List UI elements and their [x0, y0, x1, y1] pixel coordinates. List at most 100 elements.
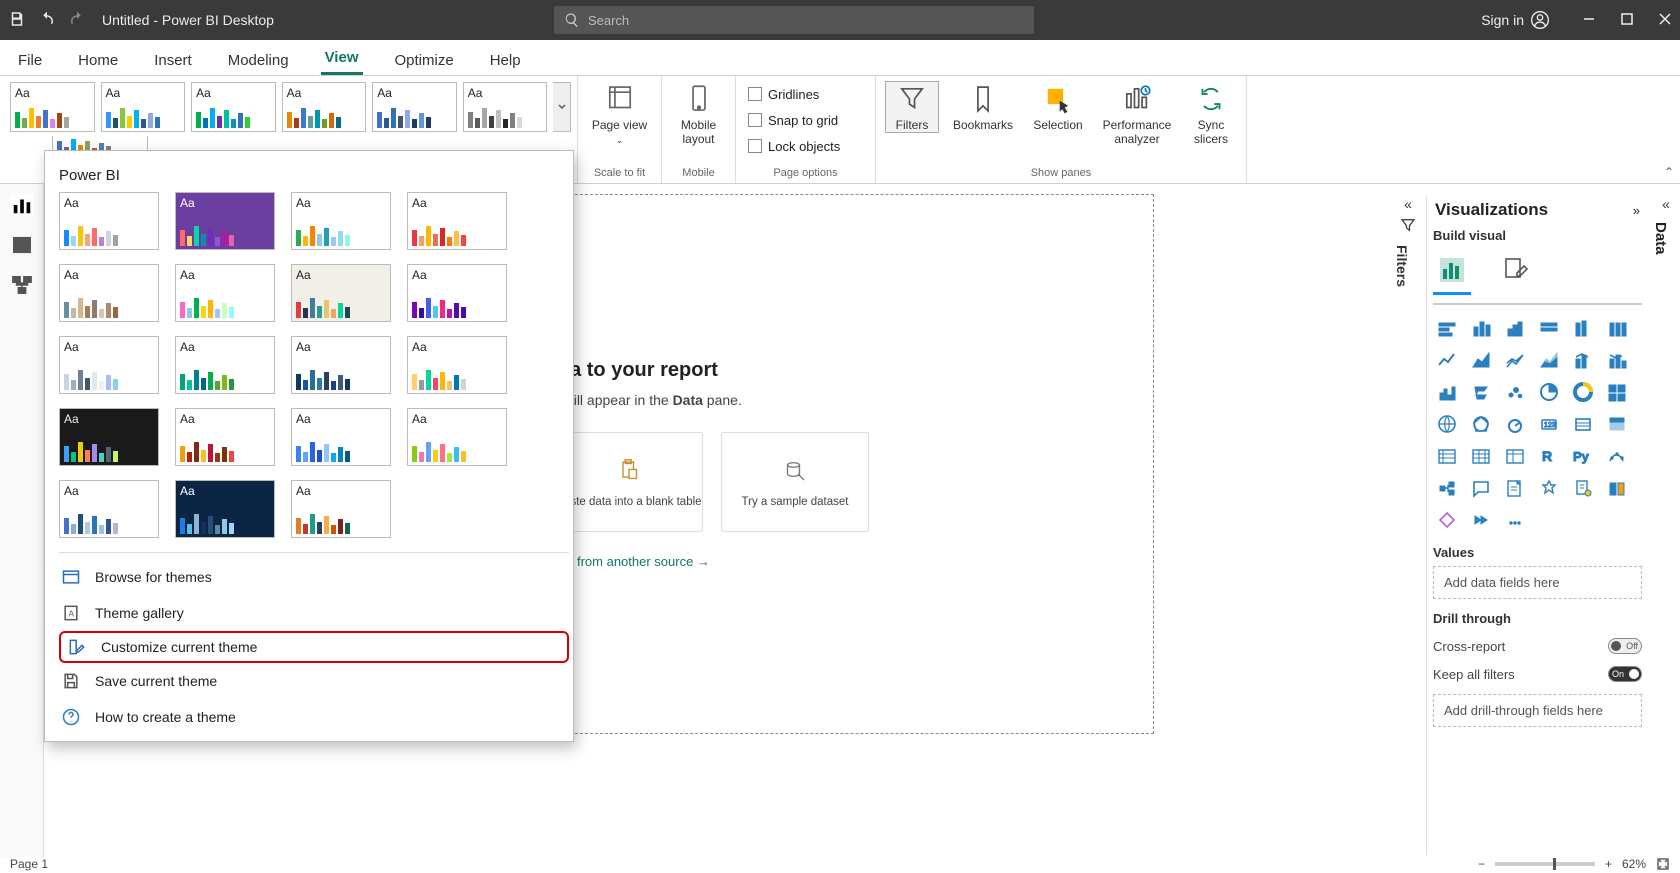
visualization-type-icon[interactable]: [1569, 379, 1597, 405]
theme-swatch[interactable]: Aa: [407, 336, 507, 394]
values-field-well[interactable]: Add data fields here: [1433, 566, 1642, 599]
zoom-slider[interactable]: [1495, 862, 1595, 866]
theme-swatch[interactable]: Aa: [59, 336, 159, 394]
theme-swatch[interactable]: Aa: [175, 480, 275, 538]
theme-swatch[interactable]: Aa: [407, 408, 507, 466]
model-view-icon[interactable]: [11, 274, 33, 296]
theme-swatch[interactable]: Aa: [291, 480, 391, 538]
visualization-type-icon[interactable]: [1433, 443, 1461, 469]
gridlines-checkbox[interactable]: Gridlines: [748, 82, 840, 106]
visualization-type-icon[interactable]: 123: [1535, 411, 1563, 437]
visualization-type-icon[interactable]: [1433, 411, 1461, 437]
theme-swatch[interactable]: Aa: [463, 82, 548, 132]
close-button[interactable]: [1658, 12, 1672, 29]
visualization-type-icon[interactable]: [1569, 411, 1597, 437]
visualization-type-icon[interactable]: [1467, 315, 1495, 341]
visualization-type-icon[interactable]: [1603, 475, 1631, 501]
theme-swatch[interactable]: Aa: [291, 336, 391, 394]
card-sample-dataset[interactable]: Try a sample dataset: [721, 432, 869, 532]
theme-swatch[interactable]: Aa: [59, 192, 159, 250]
theme-swatch[interactable]: Aa: [407, 192, 507, 250]
visualization-type-icon[interactable]: [1535, 379, 1563, 405]
theme-swatch[interactable]: Aa: [10, 82, 95, 132]
data-view-icon[interactable]: [11, 234, 33, 256]
tab-help[interactable]: Help: [486, 46, 525, 75]
visualization-type-icon[interactable]: [1535, 475, 1563, 501]
browse-themes-action[interactable]: Browse for themes: [59, 559, 569, 595]
format-visual-tab-icon[interactable]: [1497, 251, 1535, 295]
visualization-type-icon[interactable]: [1467, 411, 1495, 437]
theme-swatch[interactable]: Aa: [175, 408, 275, 466]
visualization-type-icon[interactable]: [1467, 379, 1495, 405]
theme-swatch[interactable]: Aa: [175, 264, 275, 322]
visualization-type-icon[interactable]: [1569, 475, 1597, 501]
theme-swatch[interactable]: Aa: [291, 408, 391, 466]
snap-to-grid-checkbox[interactable]: Snap to grid: [748, 108, 840, 132]
theme-swatch[interactable]: Aa: [101, 82, 186, 132]
data-pane-collapsed[interactable]: « Data: [1652, 196, 1680, 255]
visualization-type-icon[interactable]: [1467, 443, 1495, 469]
cross-report-toggle[interactable]: Off: [1608, 638, 1642, 654]
report-view-icon[interactable]: [11, 194, 33, 216]
visualization-type-icon[interactable]: [1433, 347, 1461, 373]
visualization-type-icon[interactable]: [1535, 347, 1563, 373]
performance-analyzer-button[interactable]: Performance analyzer: [1098, 82, 1176, 147]
visualization-type-icon[interactable]: [1603, 347, 1631, 373]
visualization-type-icon[interactable]: [1501, 411, 1529, 437]
themes-dropdown-arrow[interactable]: [553, 82, 571, 132]
tab-modeling[interactable]: Modeling: [224, 46, 293, 75]
minimize-button[interactable]: [1582, 12, 1596, 29]
theme-swatch[interactable]: Aa: [175, 192, 275, 250]
fit-to-page-icon[interactable]: [1656, 857, 1670, 871]
visualization-type-icon[interactable]: [1433, 507, 1461, 533]
drill-through-field-well[interactable]: Add drill-through fields here: [1433, 694, 1642, 727]
theme-swatch[interactable]: Aa: [59, 264, 159, 322]
visualization-type-icon[interactable]: [1467, 475, 1495, 501]
visualization-type-icon[interactable]: [1467, 347, 1495, 373]
visualization-type-icon[interactable]: [1433, 475, 1461, 501]
keep-all-filters-toggle[interactable]: On: [1608, 666, 1642, 682]
visualization-type-icon[interactable]: [1569, 347, 1597, 373]
visualization-type-icon[interactable]: [1569, 315, 1597, 341]
save-icon[interactable]: [8, 10, 26, 31]
tab-file[interactable]: File: [14, 46, 46, 75]
page-view-button[interactable]: Page view ⌄: [590, 82, 650, 147]
zoom-out-icon[interactable]: −: [1478, 857, 1485, 871]
visualization-type-icon[interactable]: Py: [1569, 443, 1597, 469]
filters-pane-button[interactable]: Filters: [886, 82, 938, 132]
mobile-layout-button[interactable]: Mobile layout: [669, 82, 729, 147]
lock-objects-checkbox[interactable]: Lock objects: [748, 134, 840, 158]
theme-swatch[interactable]: Aa: [407, 264, 507, 322]
visualization-type-icon[interactable]: [1433, 379, 1461, 405]
page-indicator[interactable]: Page 1: [10, 857, 48, 871]
visualization-type-icon[interactable]: [1501, 379, 1529, 405]
bookmarks-pane-button[interactable]: Bookmarks: [948, 82, 1018, 132]
filters-expand-icon[interactable]: «: [1394, 196, 1422, 212]
search-box[interactable]: Search: [554, 6, 1034, 34]
save-theme-action[interactable]: Save current theme: [59, 663, 569, 699]
maximize-button[interactable]: [1620, 12, 1634, 29]
theme-swatch[interactable]: Aa: [282, 82, 367, 132]
customize-theme-action[interactable]: Customize current theme: [59, 631, 569, 663]
how-to-theme-action[interactable]: How to create a theme: [59, 699, 569, 735]
visualization-type-icon[interactable]: [1603, 443, 1631, 469]
visualization-type-icon[interactable]: [1603, 315, 1631, 341]
visualization-type-icon[interactable]: [1535, 315, 1563, 341]
theme-swatch[interactable]: Aa: [291, 264, 391, 322]
theme-swatch[interactable]: Aa: [59, 480, 159, 538]
theme-swatch[interactable]: Aa: [59, 408, 159, 466]
build-visual-tab-icon[interactable]: [1433, 251, 1471, 295]
sync-slicers-button[interactable]: Sync slicers: [1186, 82, 1236, 147]
visualizations-expand-icon[interactable]: »: [1633, 203, 1640, 218]
sign-in-button[interactable]: Sign in: [1481, 10, 1550, 30]
theme-gallery-action[interactable]: A Theme gallery: [59, 595, 569, 631]
zoom-in-icon[interactable]: +: [1605, 857, 1612, 871]
visualization-type-icon[interactable]: [1603, 411, 1631, 437]
visualization-type-icon[interactable]: [1433, 315, 1461, 341]
visualization-type-icon[interactable]: [1501, 347, 1529, 373]
tab-home[interactable]: Home: [74, 46, 122, 75]
collapse-ribbon-icon[interactable]: ⌃: [1664, 165, 1674, 179]
tab-view[interactable]: View: [321, 43, 363, 75]
theme-swatch[interactable]: Aa: [191, 82, 276, 132]
visualization-type-icon[interactable]: [1501, 443, 1529, 469]
